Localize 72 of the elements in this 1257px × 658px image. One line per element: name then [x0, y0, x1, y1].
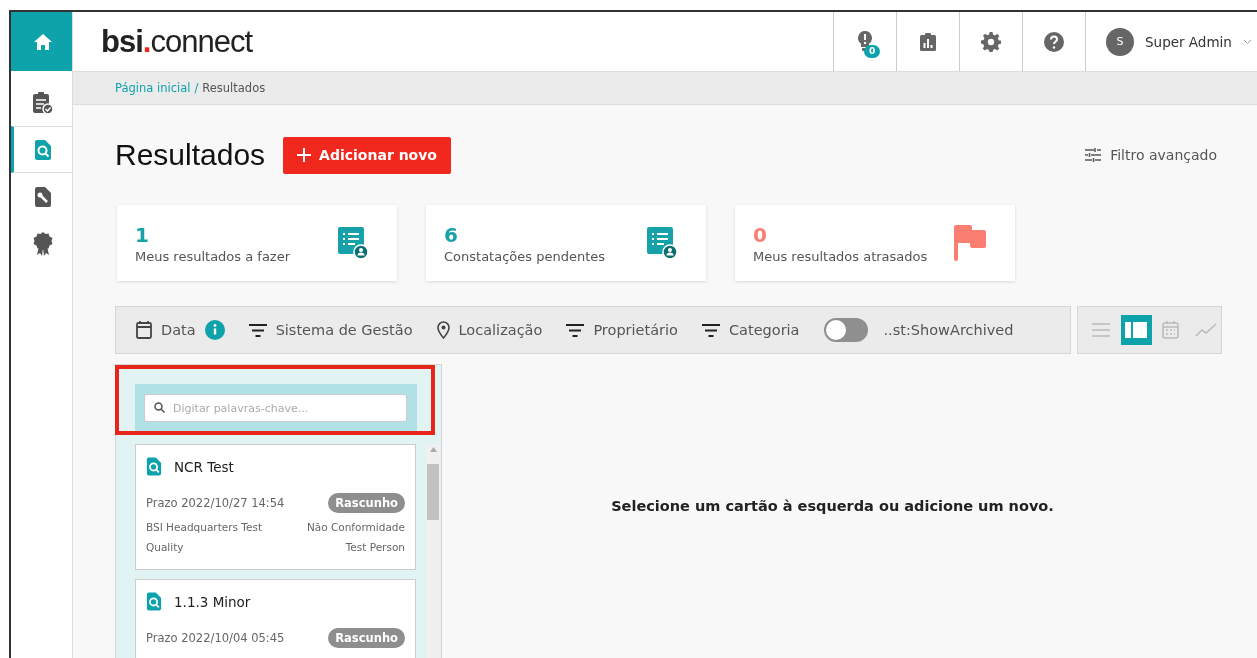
stat-card[interactable]: 6 Constatações pendentes	[426, 205, 706, 281]
card-title: 1.1.3 Minor	[174, 593, 251, 610]
stat-value: 0	[753, 222, 768, 247]
stat-card[interactable]: 0 Meus resultados atrasados	[735, 205, 1015, 281]
user-menu[interactable]: S Super Admin	[1085, 12, 1257, 71]
stat-value: 6	[444, 222, 459, 247]
toggle-label: ..st:ShowArchived	[883, 322, 1014, 338]
card-location: BSI Headquarters Test	[146, 521, 263, 533]
notification-count: 0	[864, 45, 881, 58]
due-date: Prazo 2022/10/27 14:54	[146, 496, 285, 510]
due-date: Prazo 2022/10/04 05:45	[146, 631, 285, 645]
document-search-icon	[34, 139, 52, 160]
list-user-icon	[337, 226, 369, 260]
list-user-icon	[646, 226, 678, 260]
search-icon	[154, 402, 165, 413]
info-icon	[204, 320, 225, 340]
stat-label: Constatações pendentes	[444, 248, 607, 264]
result-card[interactable]: NCR Test Prazo 2022/10/27 14:54 Rascunho BSI Headquarters Test Não Conformidade Quality Test Person	[135, 444, 416, 570]
filter-icon	[701, 323, 720, 337]
page-title: Resultados	[115, 138, 266, 172]
status-badge: Rascunho	[328, 493, 405, 513]
scrollbar-thumb[interactable]	[427, 464, 439, 520]
filter-button[interactable]: Localização	[436, 321, 543, 339]
scrollbar[interactable]	[426, 444, 440, 658]
filter-icon	[248, 323, 267, 337]
logo: bsi.connect	[100, 22, 254, 61]
stat-value: 1	[135, 222, 150, 247]
stat-card[interactable]: 1 Meus resultados a fazer	[117, 205, 397, 281]
location-pin-icon	[436, 321, 450, 339]
sidebar-item[interactable]	[11, 12, 72, 71]
home-icon	[33, 32, 53, 51]
line-chart-icon	[1194, 323, 1217, 337]
document-wrench-icon	[34, 186, 52, 207]
settings-icon	[981, 31, 1001, 52]
flag-icon	[953, 224, 987, 262]
clipboard-check-icon	[32, 90, 54, 115]
user-avatar: S	[1106, 27, 1134, 56]
filter-button[interactable]: Sistema de Gestão	[248, 322, 413, 338]
help-icon	[1044, 31, 1064, 52]
calendar-icon	[136, 321, 152, 339]
card-title: NCR Test	[174, 458, 234, 475]
breadcrumb-separator: /	[194, 81, 199, 95]
columns-icon	[1125, 322, 1148, 338]
award-icon	[33, 231, 53, 256]
result-card[interactable]: 1.1.3 Minor Prazo 2022/10/04 05:45 Rascunho	[135, 579, 416, 658]
archived-toggle[interactable]	[823, 318, 868, 342]
stat-label: Meus resultados atrasados	[753, 248, 929, 264]
clipboard-chart-icon	[920, 32, 936, 51]
filter-button[interactable]: Proprietário	[566, 322, 678, 338]
card-owner: Test Person	[345, 541, 405, 553]
card-type: Não Conformidade	[306, 521, 405, 533]
list-icon	[1092, 323, 1111, 337]
filter-button[interactable]: Data	[136, 320, 225, 340]
document-search-icon	[146, 457, 162, 476]
card-category: Quality	[146, 541, 184, 553]
stat-label: Meus resultados a fazer	[135, 248, 292, 264]
view-button[interactable]	[1120, 315, 1152, 345]
calendar-icon	[1162, 321, 1180, 339]
status-badge: Rascunho	[328, 628, 405, 648]
search-field[interactable]: Digitar palavras-chave...	[144, 394, 407, 422]
advanced-filter-button[interactable]: Filtro avançado	[1079, 146, 1223, 164]
sliders-icon	[1085, 148, 1102, 162]
document-search-icon	[146, 592, 162, 611]
filter-button[interactable]: Categoria	[701, 322, 800, 338]
sidebar-item[interactable]	[11, 126, 72, 173]
filter-icon	[566, 323, 585, 337]
breadcrumb-current: Resultados	[202, 81, 266, 95]
add-new-button[interactable]: Adicionar novo	[283, 136, 451, 174]
empty-message: Selecione um cartão à esquerda ou adicione um novo.	[611, 498, 1054, 514]
chevron-down-icon	[1242, 38, 1252, 45]
scroll-up-icon	[429, 447, 437, 452]
plus-icon	[297, 148, 312, 162]
